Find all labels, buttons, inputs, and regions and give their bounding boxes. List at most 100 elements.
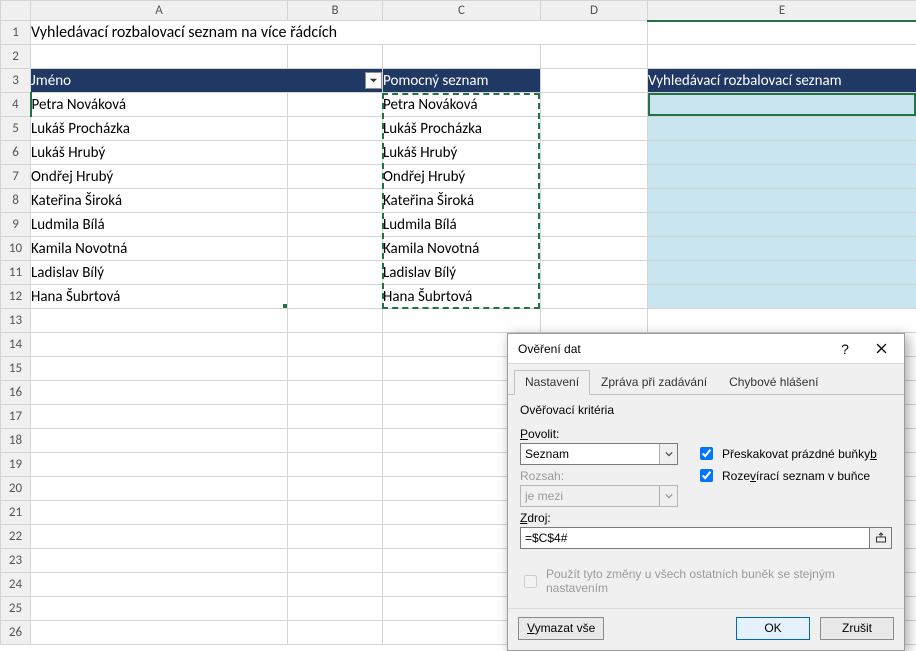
cell-A7[interactable]: Ondřej Hrubý (31, 165, 288, 189)
header-vyhledavaci[interactable]: Vyhledávací rozbalovací seznam (648, 69, 916, 93)
cell-A14[interactable] (31, 333, 288, 357)
cell-A11[interactable]: Ladislav Bílý (31, 261, 288, 285)
skip-blanks-checkbox[interactable]: Přeskakovat prázdné buňkyb (696, 444, 877, 463)
cell-C2[interactable] (383, 45, 541, 69)
title-cell[interactable]: Vyhledávací rozbalovací seznam na více ř… (31, 21, 648, 45)
cell-A13[interactable] (31, 309, 288, 333)
row-header-7[interactable]: 7 (1, 165, 31, 189)
cell-C8[interactable]: Kateřina Široká (383, 189, 541, 213)
row-header-21[interactable]: 21 (1, 501, 31, 525)
cell-C5[interactable]: Lukáš Procházka (383, 117, 541, 141)
row-header-20[interactable]: 20 (1, 477, 31, 501)
cell-B8[interactable] (288, 189, 383, 213)
col-header-D[interactable]: D (541, 1, 648, 21)
row-header-4[interactable]: 4 (1, 93, 31, 117)
header-pomocny[interactable]: Pomocný seznam (383, 69, 541, 93)
cell-E6[interactable] (648, 141, 916, 165)
cell-D11[interactable] (541, 261, 648, 285)
cell-C12[interactable]: Hana Šubrtová (383, 285, 541, 309)
row-header-15[interactable]: 15 (1, 357, 31, 381)
cell-C13[interactable] (383, 309, 541, 333)
tab-error-alert[interactable]: Chybové hlášení (718, 370, 829, 395)
cell-E5[interactable] (648, 117, 916, 141)
cell-A20[interactable] (31, 477, 288, 501)
cell-B17[interactable] (288, 405, 383, 429)
cell-A18[interactable] (31, 429, 288, 453)
dialog-close-button[interactable] (866, 337, 896, 361)
cell-C11[interactable]: Ladislav Bílý (383, 261, 541, 285)
cell-B5[interactable] (288, 117, 383, 141)
cell-E7[interactable] (648, 165, 916, 189)
cell-A25[interactable] (31, 597, 288, 621)
row-header-12[interactable]: 12 (1, 285, 31, 309)
row-header-5[interactable]: 5 (1, 117, 31, 141)
col-header-B[interactable]: B (288, 1, 383, 21)
cell-B13[interactable] (288, 309, 383, 333)
cell-D9[interactable] (541, 213, 648, 237)
cell-A6[interactable]: Lukáš Hrubý (31, 141, 288, 165)
cell-B16[interactable] (288, 381, 383, 405)
cell-E4[interactable] (648, 93, 916, 117)
row-header-3[interactable]: 3 (1, 69, 31, 93)
row-header-19[interactable]: 19 (1, 453, 31, 477)
cell-D8[interactable] (541, 189, 648, 213)
col-header-A[interactable]: A (31, 1, 288, 21)
row-header-10[interactable]: 10 (1, 237, 31, 261)
row-header-26[interactable]: 26 (1, 621, 31, 645)
cell-B19[interactable] (288, 453, 383, 477)
row-header-11[interactable]: 11 (1, 261, 31, 285)
cell-A26[interactable] (31, 621, 288, 645)
cell-B15[interactable] (288, 357, 383, 381)
source-input[interactable] (520, 527, 870, 549)
row-header-25[interactable]: 25 (1, 597, 31, 621)
cell-B4[interactable] (288, 93, 383, 117)
cancel-button[interactable]: Zrušit (820, 617, 894, 640)
cell-C10[interactable]: Kamila Novotná (383, 237, 541, 261)
incell-dropdown-checkbox[interactable]: Rozevírací seznam v buňce (696, 466, 877, 485)
cell-A4[interactable]: Petra Nováková (31, 93, 288, 117)
tab-settings[interactable]: Nastavení (514, 370, 590, 395)
cell-B26[interactable] (288, 621, 383, 645)
row-header-17[interactable]: 17 (1, 405, 31, 429)
cell-A21[interactable] (31, 501, 288, 525)
cell-B22[interactable] (288, 525, 383, 549)
cell-A5[interactable]: Lukáš Procházka (31, 117, 288, 141)
cell-A17[interactable] (31, 405, 288, 429)
cell-B14[interactable] (288, 333, 383, 357)
cell-D4[interactable] (541, 93, 648, 117)
cell-C9[interactable]: Ludmila Bílá (383, 213, 541, 237)
cell-E2[interactable] (648, 45, 916, 69)
cell-A9[interactable]: Ludmila Bílá (31, 213, 288, 237)
row-header-23[interactable]: 23 (1, 549, 31, 573)
allow-combobox[interactable]: Seznam (520, 443, 678, 465)
cell-D5[interactable] (541, 117, 648, 141)
cell-B21[interactable] (288, 501, 383, 525)
cell-B18[interactable] (288, 429, 383, 453)
cell-A22[interactable] (31, 525, 288, 549)
cell-D3[interactable] (541, 69, 648, 93)
cell-B10[interactable] (288, 237, 383, 261)
row-header-9[interactable]: 9 (1, 213, 31, 237)
row-header-1[interactable]: 1 (1, 21, 31, 45)
select-all-corner[interactable] (1, 1, 31, 21)
cell-D6[interactable] (541, 141, 648, 165)
cell-D13[interactable] (541, 309, 648, 333)
cell-E8[interactable] (648, 189, 916, 213)
cell-D7[interactable] (541, 165, 648, 189)
row-header-24[interactable]: 24 (1, 573, 31, 597)
row-header-22[interactable]: 22 (1, 525, 31, 549)
tab-input-message[interactable]: Zpráva při zadávání (590, 370, 718, 395)
cell-A8[interactable]: Kateřina Široká (31, 189, 288, 213)
row-header-16[interactable]: 16 (1, 381, 31, 405)
col-header-E[interactable]: E (648, 1, 916, 21)
cell-A15[interactable] (31, 357, 288, 381)
clear-all-button[interactable]: Vymazat vše (518, 617, 604, 640)
cell-B6[interactable] (288, 141, 383, 165)
cell-A10[interactable]: Kamila Novotná (31, 237, 288, 261)
cell-A23[interactable] (31, 549, 288, 573)
cell-C6[interactable]: Lukáš Hrubý (383, 141, 541, 165)
cell-B9[interactable] (288, 213, 383, 237)
cell-C7[interactable]: Ondřej Hrubý (383, 165, 541, 189)
cell-B25[interactable] (288, 597, 383, 621)
cell-B12[interactable] (288, 285, 383, 309)
